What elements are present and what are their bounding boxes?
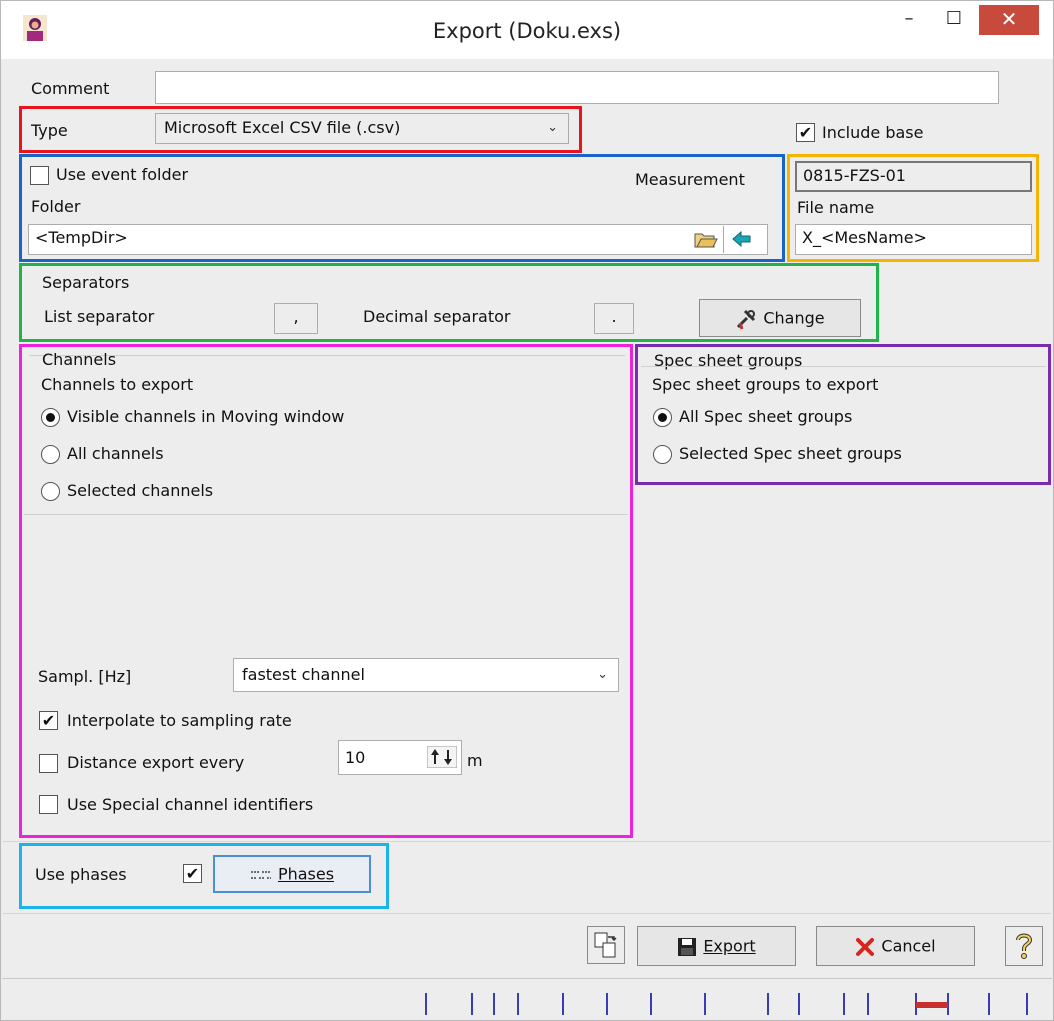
use-event-folder-label: Use event folder <box>56 165 189 184</box>
chevron-down-icon: ⌄ <box>547 120 558 135</box>
export-button[interactable]: Export <box>637 926 796 966</box>
radio-selected-spec-sheet-groups[interactable] <box>653 445 672 464</box>
status-tick <box>843 993 845 1015</box>
spec-sheet-title: Spec sheet groups <box>654 351 803 370</box>
measurement-value: 0815-FZS-01 <box>795 161 1032 192</box>
status-tick <box>1026 993 1028 1015</box>
status-tick <box>767 993 769 1015</box>
footer-divider <box>3 913 1051 914</box>
chevron-down-icon: ⌄ <box>597 667 608 682</box>
spec-sheet-divider <box>641 366 1046 367</box>
folder-button-divider <box>723 226 724 253</box>
selected-channels-label: Selected channels <box>67 481 214 500</box>
type-select[interactable]: Microsoft Excel CSV file (.csv) ⌄ <box>155 113 569 144</box>
export-dialog: Export (Doku.exs) – ☐ ✕ Comment Type Mic… <box>0 0 1054 1021</box>
type-select-value: Microsoft Excel CSV file (.csv) <box>164 118 401 137</box>
cancel-button[interactable]: Cancel <box>816 926 975 966</box>
status-tick <box>798 993 800 1015</box>
phases-button[interactable]: Phases <box>213 855 371 893</box>
close-button[interactable]: ✕ <box>979 5 1039 35</box>
distance-unit: m <box>467 751 483 770</box>
include-base-checkbox[interactable]: ✔ <box>796 123 815 142</box>
comment-label: Comment <box>31 79 110 98</box>
status-tick <box>704 993 706 1015</box>
phases-icon <box>250 870 271 879</box>
use-phases-label: Use phases <box>35 865 127 884</box>
status-bar <box>2 978 1052 1014</box>
phases-button-label: Phases <box>277 864 335 884</box>
tools-icon <box>737 309 756 329</box>
visible-channels-label: Visible channels in Moving window <box>67 407 345 426</box>
minimize-button[interactable]: – <box>886 1 932 37</box>
help-button[interactable] <box>1005 926 1043 966</box>
include-base-label: Include base <box>822 123 924 142</box>
decimal-separator-value: . <box>594 303 634 334</box>
status-tick <box>493 993 495 1015</box>
sampl-select[interactable]: fastest channel ⌄ <box>233 658 619 692</box>
decimal-separator-label: Decimal separator <box>363 307 511 326</box>
change-separators-button[interactable]: Change <box>699 299 861 337</box>
channels-subtitle: Channels to export <box>41 375 194 394</box>
folder-label: Folder <box>31 197 81 216</box>
file-name-input[interactable]: X_<MesName> <box>795 224 1032 255</box>
change-separators-label: Change <box>763 308 825 328</box>
copy-settings-icon <box>594 932 617 958</box>
distance-export-label: Distance export every <box>67 753 245 772</box>
status-tick <box>606 993 608 1015</box>
status-marker <box>916 1002 948 1008</box>
spin-arrows-icon[interactable] <box>427 746 457 768</box>
use-phases-checkbox[interactable]: ✔ <box>183 864 202 883</box>
file-name-label: File name <box>797 198 875 217</box>
type-label: Type <box>31 121 68 140</box>
arrow-left-icon[interactable] <box>732 230 752 248</box>
all-channels-label: All channels <box>67 444 164 463</box>
radio-visible-channels[interactable] <box>41 408 60 427</box>
status-tick <box>867 993 869 1015</box>
radio-all-channels[interactable] <box>41 445 60 464</box>
special-ids-label: Use Special channel identifiers <box>67 795 314 814</box>
channels-options-divider <box>24 514 628 515</box>
folder-input[interactable]: <TempDir> <box>28 224 768 255</box>
selected-spec-sheet-groups-label: Selected Spec sheet groups <box>679 444 902 463</box>
separators-title: Separators <box>42 273 130 292</box>
radio-all-spec-sheet-groups[interactable] <box>653 408 672 427</box>
help-question-icon <box>1016 933 1033 959</box>
export-label: Export <box>703 936 756 956</box>
cancel-x-icon <box>856 937 875 956</box>
status-tick <box>650 993 652 1015</box>
special-ids-checkbox[interactable] <box>39 795 58 814</box>
use-event-folder-checkbox[interactable] <box>30 166 49 185</box>
sampl-label: Sampl. [Hz] <box>38 667 132 686</box>
cancel-label: Cancel <box>881 936 936 956</box>
spec-sheet-subtitle: Spec sheet groups to export <box>652 375 879 394</box>
status-tick <box>471 993 473 1015</box>
channels-title: Channels <box>42 350 117 369</box>
maximize-button[interactable]: ☐ <box>931 1 977 37</box>
status-tick <box>988 993 990 1015</box>
copy-settings-button[interactable] <box>587 926 625 964</box>
measurement-label: Measurement <box>635 170 745 189</box>
distance-export-checkbox[interactable] <box>39 754 58 773</box>
interpolate-label: Interpolate to sampling rate <box>67 711 292 730</box>
sampl-select-value: fastest channel <box>242 665 365 684</box>
status-tick <box>562 993 564 1015</box>
open-folder-icon[interactable] <box>694 229 718 249</box>
list-separator-label: List separator <box>44 307 155 326</box>
channels-divider <box>29 355 625 356</box>
status-tick <box>425 993 427 1015</box>
radio-selected-channels[interactable] <box>41 482 60 501</box>
save-icon <box>678 937 697 956</box>
comment-input[interactable] <box>155 71 999 104</box>
interpolate-checkbox[interactable]: ✔ <box>39 711 58 730</box>
all-spec-sheet-groups-label: All Spec sheet groups <box>679 407 853 426</box>
title-bar[interactable]: Export (Doku.exs) – ☐ ✕ <box>1 1 1053 59</box>
phases-divider <box>3 841 1051 842</box>
status-tick <box>517 993 519 1015</box>
list-separator-value: , <box>274 303 318 334</box>
